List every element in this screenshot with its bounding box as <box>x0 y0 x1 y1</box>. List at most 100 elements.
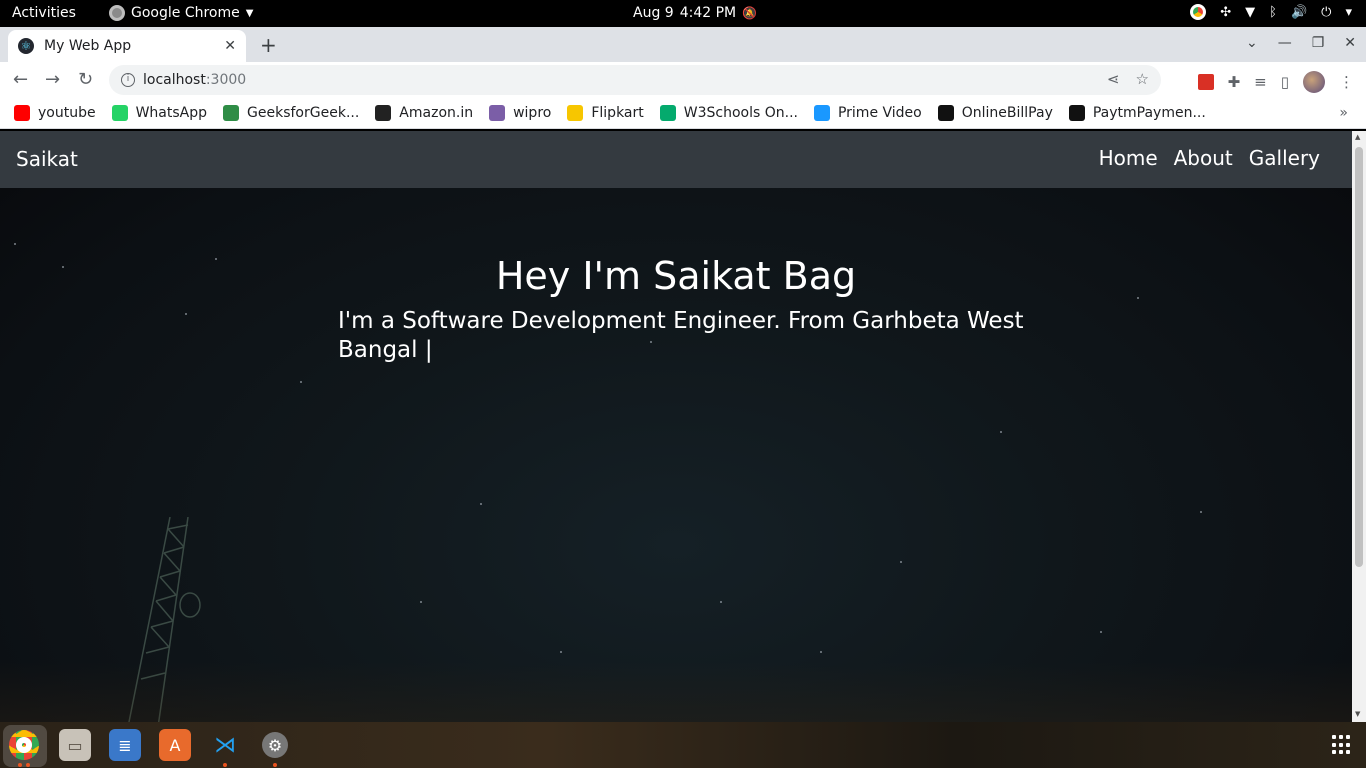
bookmark-label: Amazon.in <box>399 105 474 121</box>
bookmark-item[interactable]: GeeksforGeek... <box>223 105 359 121</box>
hero-title: Hey I'm Saikat Bag <box>495 254 857 298</box>
window-controls: ⌄ — ❐ ✕ <box>1246 35 1356 51</box>
bookmark-item[interactable]: Flipkart <box>567 105 644 121</box>
media-controls-icon[interactable]: ≡ <box>1254 73 1267 91</box>
tab-search-icon[interactable]: ⌄ <box>1246 35 1258 51</box>
settings-dock-icon[interactable]: ⚙ <box>262 732 288 758</box>
hero-subtitle: I'm a Software Development Engineer. Fro… <box>338 308 1024 363</box>
nav-link-gallery[interactable]: Gallery <box>1249 146 1320 170</box>
wifi-icon[interactable]: ▼ <box>1245 5 1255 20</box>
bookmark-label: W3Schools On... <box>683 105 798 121</box>
tab-strip: ⚛ My Web App ✕ + ⌄ — ❐ ✕ <box>0 27 1366 62</box>
puzzle-icon[interactable]: ✚ <box>1228 73 1241 91</box>
chrome-tray-icon[interactable] <box>1190 4 1207 20</box>
amazon-icon <box>375 105 392 121</box>
side-panel-icon[interactable]: ▯ <box>1281 73 1289 91</box>
site-brand[interactable]: Saikat <box>16 147 78 171</box>
power-icon[interactable]: ⏻ <box>1321 5 1331 20</box>
files-dock-icon[interactable]: ▭ <box>59 729 91 761</box>
chevron-down-icon: ▼ <box>245 7 254 19</box>
w3schools-icon <box>659 105 676 121</box>
bookmark-label: WhatsApp <box>135 105 208 121</box>
bookmark-item[interactable]: Prime Video <box>813 105 922 121</box>
site-nav-links: Home About Gallery <box>1099 146 1320 170</box>
scrollbar-thumb[interactable] <box>1355 147 1363 567</box>
url-port: :3000 <box>205 72 247 88</box>
address-bar[interactable]: i localhost :3000 ⋖ ☆ <box>109 65 1161 95</box>
bookmark-item[interactable]: wipro <box>489 105 551 121</box>
running-indicator <box>223 763 227 767</box>
activities-button[interactable]: Activities <box>12 5 76 21</box>
chrome-dock-icon[interactable] <box>9 730 39 760</box>
bookmark-label: Prime Video <box>837 105 922 121</box>
site-info-icon[interactable]: i <box>121 73 135 87</box>
running-indicator <box>26 763 30 767</box>
scroll-up-arrow-icon[interactable]: ▲ <box>1355 133 1360 141</box>
star <box>14 243 16 245</box>
city-light-glow <box>0 662 1352 722</box>
gfg-icon <box>223 105 240 121</box>
system-tray[interactable]: ✣ ▼ ᛒ 🔊 ⏻ ▾ <box>1190 4 1352 20</box>
star <box>720 601 722 603</box>
show-apps-icon[interactable] <box>1332 735 1352 755</box>
chevron-down-icon[interactable]: ▾ <box>1345 5 1352 20</box>
star <box>185 313 187 315</box>
app-menu-label: Google Chrome <box>131 5 240 21</box>
paytm-icon <box>1068 105 1085 121</box>
restore-button[interactable]: ❐ <box>1312 35 1325 51</box>
flipkart-icon <box>567 105 584 121</box>
bookmark-label: Flipkart <box>591 105 644 121</box>
star <box>820 651 822 653</box>
youtube-icon <box>14 105 30 121</box>
notifications-off-icon: 🔕 <box>742 6 758 20</box>
url-host: localhost <box>143 72 206 88</box>
extension-icon[interactable] <box>1197 74 1214 90</box>
bookmark-item[interactable]: W3Schools On... <box>659 105 798 121</box>
nav-link-home[interactable]: Home <box>1099 146 1158 170</box>
bookmarks-overflow-icon[interactable]: » <box>1339 105 1348 121</box>
reload-button[interactable]: ↻ <box>78 69 93 90</box>
bookmarks-bar: youtube WhatsApp GeeksforGeek... Amazon.in w… <box>0 98 1366 129</box>
profile-avatar[interactable] <box>1303 71 1325 93</box>
bookmark-item[interactable]: WhatsApp <box>111 105 208 121</box>
prime-video-icon <box>813 105 830 121</box>
bookmark-item[interactable]: OnlineBillPay <box>937 105 1053 121</box>
volume-icon[interactable]: 🔊 <box>1291 5 1307 20</box>
tab-my-web-app[interactable]: ⚛ My Web App ✕ <box>8 30 246 62</box>
close-window-button[interactable]: ✕ <box>1344 35 1356 51</box>
star <box>900 561 902 563</box>
star <box>560 651 562 653</box>
bookmark-item[interactable]: Amazon.in <box>375 105 473 121</box>
ubuntu-dock: ▭ ≣ A ⋊ ⚙ <box>0 722 1366 768</box>
star <box>480 503 482 505</box>
nav-link-about[interactable]: About <box>1174 146 1233 170</box>
bookmark-item[interactable]: youtube <box>14 105 96 121</box>
bluetooth-icon[interactable]: ᛒ <box>1269 5 1277 20</box>
minimize-button[interactable]: — <box>1278 35 1292 51</box>
color-picker-icon[interactable]: ✣ <box>1220 5 1231 20</box>
new-tab-button[interactable]: + <box>260 33 277 57</box>
bookmark-star-icon[interactable]: ☆ <box>1136 70 1149 88</box>
page-scrollbar[interactable]: ▲ ▼ <box>1352 131 1366 722</box>
bookmark-label: youtube <box>38 105 96 121</box>
tab-title: My Web App <box>44 38 132 54</box>
back-button[interactable]: ← <box>13 69 28 90</box>
bookmark-label: PaytmPaymen... <box>1092 105 1206 121</box>
forward-button[interactable]: → <box>45 69 60 90</box>
close-tab-icon[interactable]: ✕ <box>224 38 236 54</box>
clock-date: Aug 9 <box>633 5 674 21</box>
star <box>420 601 422 603</box>
share-icon[interactable]: ⋖ <box>1107 70 1120 88</box>
kebab-menu-icon[interactable]: ⋮ <box>1339 73 1354 91</box>
vscode-dock-icon[interactable]: ⋊ <box>209 729 241 761</box>
software-center-dock-icon[interactable]: A <box>159 729 191 761</box>
star <box>1200 511 1202 513</box>
scroll-down-arrow-icon[interactable]: ▼ <box>1355 710 1360 718</box>
clock[interactable]: Aug 9 4:42 PM 🔕 <box>633 5 757 21</box>
bookmark-item[interactable]: PaytmPaymen... <box>1068 105 1206 121</box>
text-editor-dock-icon[interactable]: ≣ <box>109 729 141 761</box>
site-navbar: Saikat Home About Gallery <box>0 131 1352 188</box>
app-menu[interactable]: Google Chrome ▼ <box>109 5 253 21</box>
running-indicator <box>273 763 277 767</box>
billpay-icon <box>937 105 954 121</box>
